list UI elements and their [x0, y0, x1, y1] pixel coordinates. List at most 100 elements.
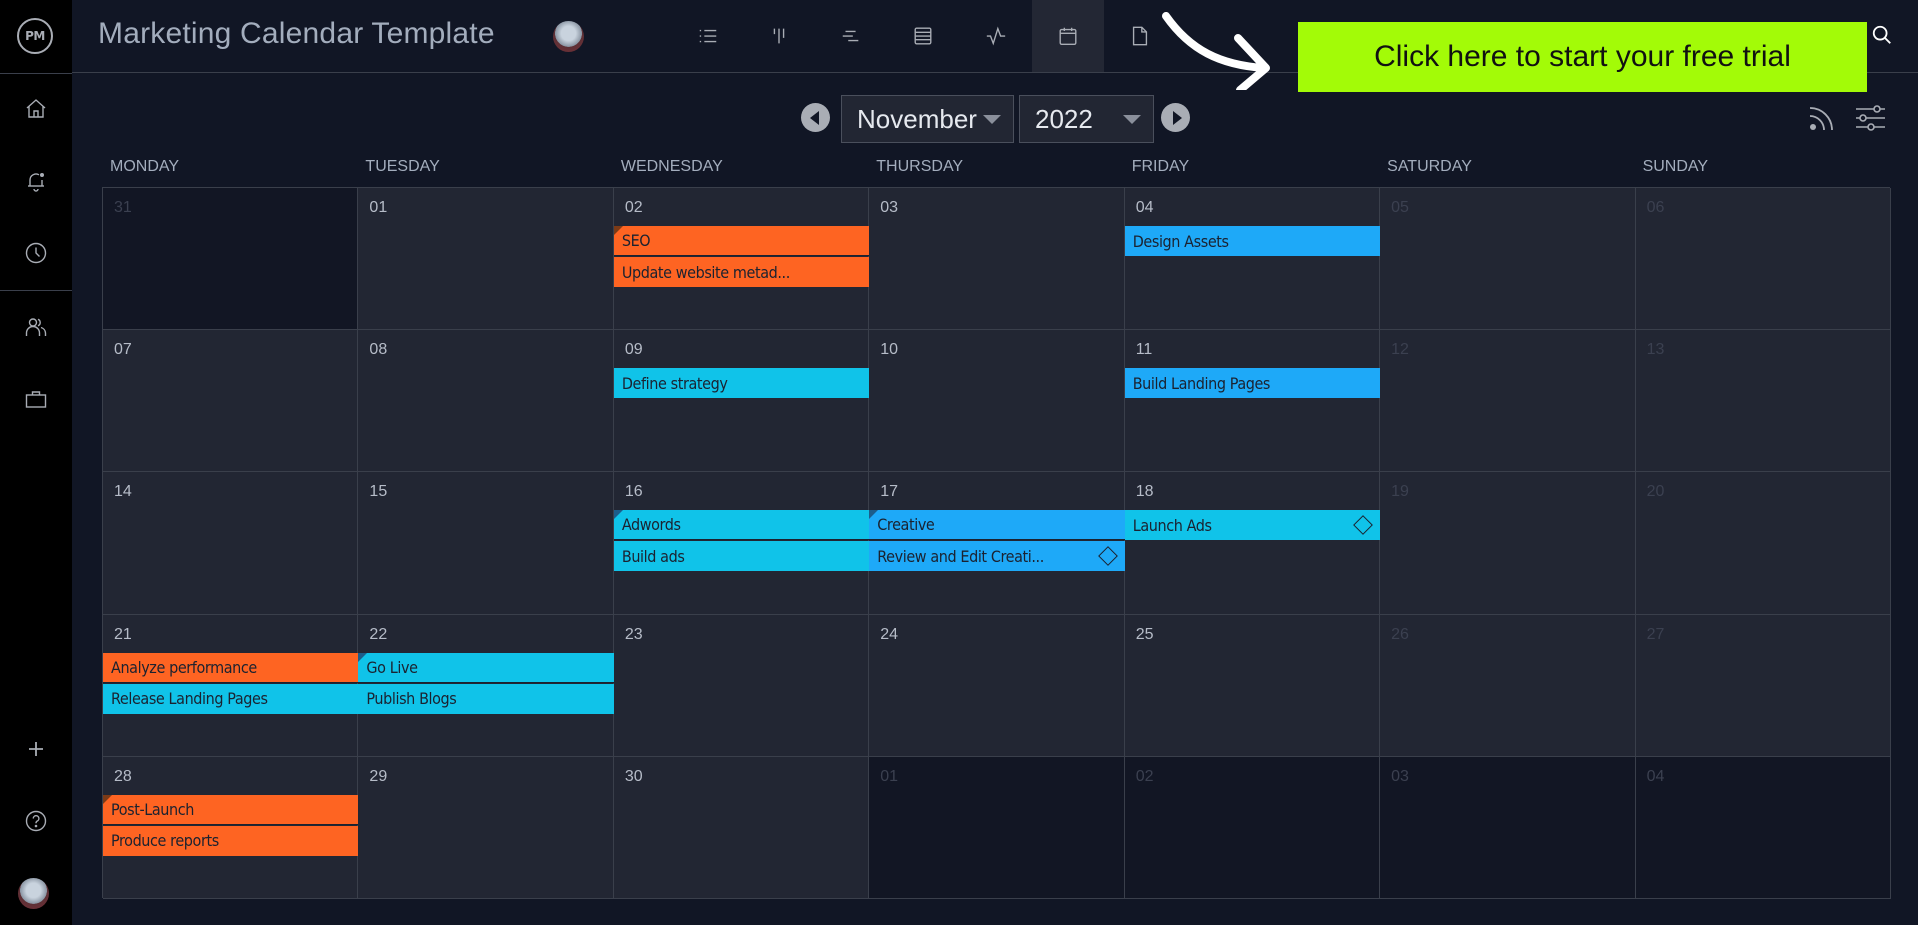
prev-month-button[interactable]: [801, 103, 830, 132]
sidebar-item-timesheets[interactable]: [24, 241, 48, 265]
day-cell[interactable]: 07: [103, 330, 359, 473]
next-month-button[interactable]: [1161, 103, 1190, 132]
day-cell[interactable]: 31: [103, 188, 359, 331]
day-number: 25: [1135, 625, 1154, 643]
day-cell[interactable]: 12: [1380, 330, 1636, 473]
day-cell[interactable]: 05: [1380, 188, 1636, 331]
event-label: Update website metad...: [621, 262, 790, 282]
dependency-corner-icon: [869, 510, 879, 520]
day-cell[interactable]: 18: [1124, 472, 1381, 615]
day-cell[interactable]: 10: [869, 330, 1125, 473]
milestone-diamond-icon: [1353, 515, 1374, 536]
event-label: Post-Launch: [111, 799, 194, 819]
day-cell[interactable]: 27: [1635, 614, 1891, 757]
day-number: 03: [1391, 767, 1409, 785]
view-tab-calendar[interactable]: [1032, 0, 1104, 72]
sidebar-item-home[interactable]: [24, 97, 48, 121]
view-tab-board[interactable]: [743, 0, 815, 72]
day-number: 04: [1135, 199, 1154, 216]
board-icon: [773, 28, 785, 44]
day-number: 09: [624, 341, 643, 359]
view-tab-gantt[interactable]: [815, 0, 887, 72]
event-label: Publish Blogs: [366, 689, 457, 709]
month-select[interactable]: November: [841, 95, 1014, 143]
day-cell[interactable]: 01: [358, 188, 614, 331]
day-number: 30: [624, 767, 643, 785]
event-bar[interactable]: Publish Blogs: [358, 683, 614, 714]
day-number: 07: [114, 341, 132, 359]
search-button[interactable]: [1871, 24, 1895, 48]
day-number: 01: [369, 199, 388, 216]
day-cell[interactable]: 14: [103, 472, 359, 615]
briefcase-icon: [25, 391, 47, 408]
help-icon: [25, 810, 47, 832]
event-label: Define strategy: [621, 373, 728, 393]
day-cell[interactable]: 24: [869, 614, 1125, 757]
view-tab-sheet[interactable]: [887, 0, 959, 72]
event-bar[interactable]: Go Live: [358, 652, 614, 683]
filter-settings-button[interactable]: [1855, 103, 1885, 133]
event-bar[interactable]: Post-Launch: [103, 794, 359, 825]
event-bar[interactable]: Creative: [869, 510, 1125, 541]
day-cell[interactable]: 20: [1635, 472, 1891, 615]
day-cell[interactable]: 29: [358, 756, 614, 899]
year-select[interactable]: 2022: [1019, 95, 1154, 143]
project-owner-avatar[interactable]: [553, 21, 584, 52]
sidebar-divider: [0, 290, 72, 291]
day-cell[interactable]: 09: [613, 330, 870, 473]
chevron-right-icon: [1172, 110, 1182, 125]
event-bar[interactable]: Adwords: [613, 510, 870, 541]
event-bar[interactable]: Define strategy: [613, 368, 870, 399]
event-label: Release Landing Pages: [111, 689, 268, 709]
event-bar[interactable]: Build ads: [613, 541, 870, 572]
day-cell[interactable]: 15: [358, 472, 614, 615]
sidebar-item-notifications[interactable]: [24, 169, 48, 193]
day-cell[interactable]: 23: [613, 614, 870, 757]
day-cell[interactable]: 01: [869, 756, 1125, 899]
day-cell[interactable]: 30: [613, 756, 870, 899]
event-bar[interactable]: Build Landing Pages: [1124, 368, 1381, 399]
event-bar[interactable]: Design Assets: [1124, 226, 1381, 256]
day-cell[interactable]: 19: [1380, 472, 1636, 615]
event-bar[interactable]: SEO: [613, 226, 870, 256]
event-label: Build ads: [621, 546, 685, 566]
sidebar-item-portfolio[interactable]: [24, 387, 48, 411]
dependency-corner-icon: [613, 226, 623, 235]
sidebar-item-add[interactable]: [24, 737, 48, 761]
sheet-icon: [914, 27, 932, 45]
sliders-icon: [1856, 105, 1885, 131]
event-label: Review and Edit Creati...: [877, 546, 1044, 566]
event-bar[interactable]: Analyze performance: [103, 652, 359, 683]
day-cell[interactable]: 03: [869, 188, 1125, 331]
day-cell[interactable]: 06: [1635, 188, 1891, 331]
event-label: Produce reports: [111, 831, 219, 851]
sidebar-item-help[interactable]: [24, 809, 48, 833]
day-number: 17: [880, 483, 899, 501]
day-cell[interactable]: 04: [1635, 756, 1891, 899]
day-number: 28: [114, 767, 132, 785]
day-cell[interactable]: 02: [1124, 756, 1381, 899]
day-cell[interactable]: 26: [1380, 614, 1636, 757]
free-trial-button[interactable]: Click here to start your free trial: [1298, 22, 1867, 92]
day-cell[interactable]: 08: [358, 330, 614, 473]
day-cell[interactable]: 11: [1124, 330, 1381, 473]
event-bar[interactable]: Release Landing Pages: [103, 683, 359, 714]
user-avatar[interactable]: [18, 878, 49, 909]
dependency-corner-icon: [358, 652, 368, 662]
view-tab-list[interactable]: [672, 0, 744, 72]
sidebar-item-team[interactable]: [24, 315, 48, 339]
event-bar[interactable]: Review and Edit Creati...: [869, 541, 1125, 572]
people-icon: [25, 318, 47, 336]
bell-icon: [28, 173, 44, 192]
day-cell[interactable]: 25: [1124, 614, 1381, 757]
view-tab-dashboard[interactable]: [960, 0, 1032, 72]
event-bar[interactable]: Update website metad...: [613, 257, 870, 287]
day-cell[interactable]: 03: [1380, 756, 1636, 899]
event-bar[interactable]: Produce reports: [103, 825, 359, 856]
event-bar[interactable]: Launch Ads: [1124, 510, 1381, 541]
pm-logo[interactable]: PM: [17, 18, 53, 54]
day-cell[interactable]: 04: [1124, 188, 1381, 331]
day-cell[interactable]: 13: [1635, 330, 1891, 473]
weekday-label-friday: FRIDAY: [1131, 158, 1190, 175]
rss-feed-button[interactable]: [1807, 103, 1837, 133]
